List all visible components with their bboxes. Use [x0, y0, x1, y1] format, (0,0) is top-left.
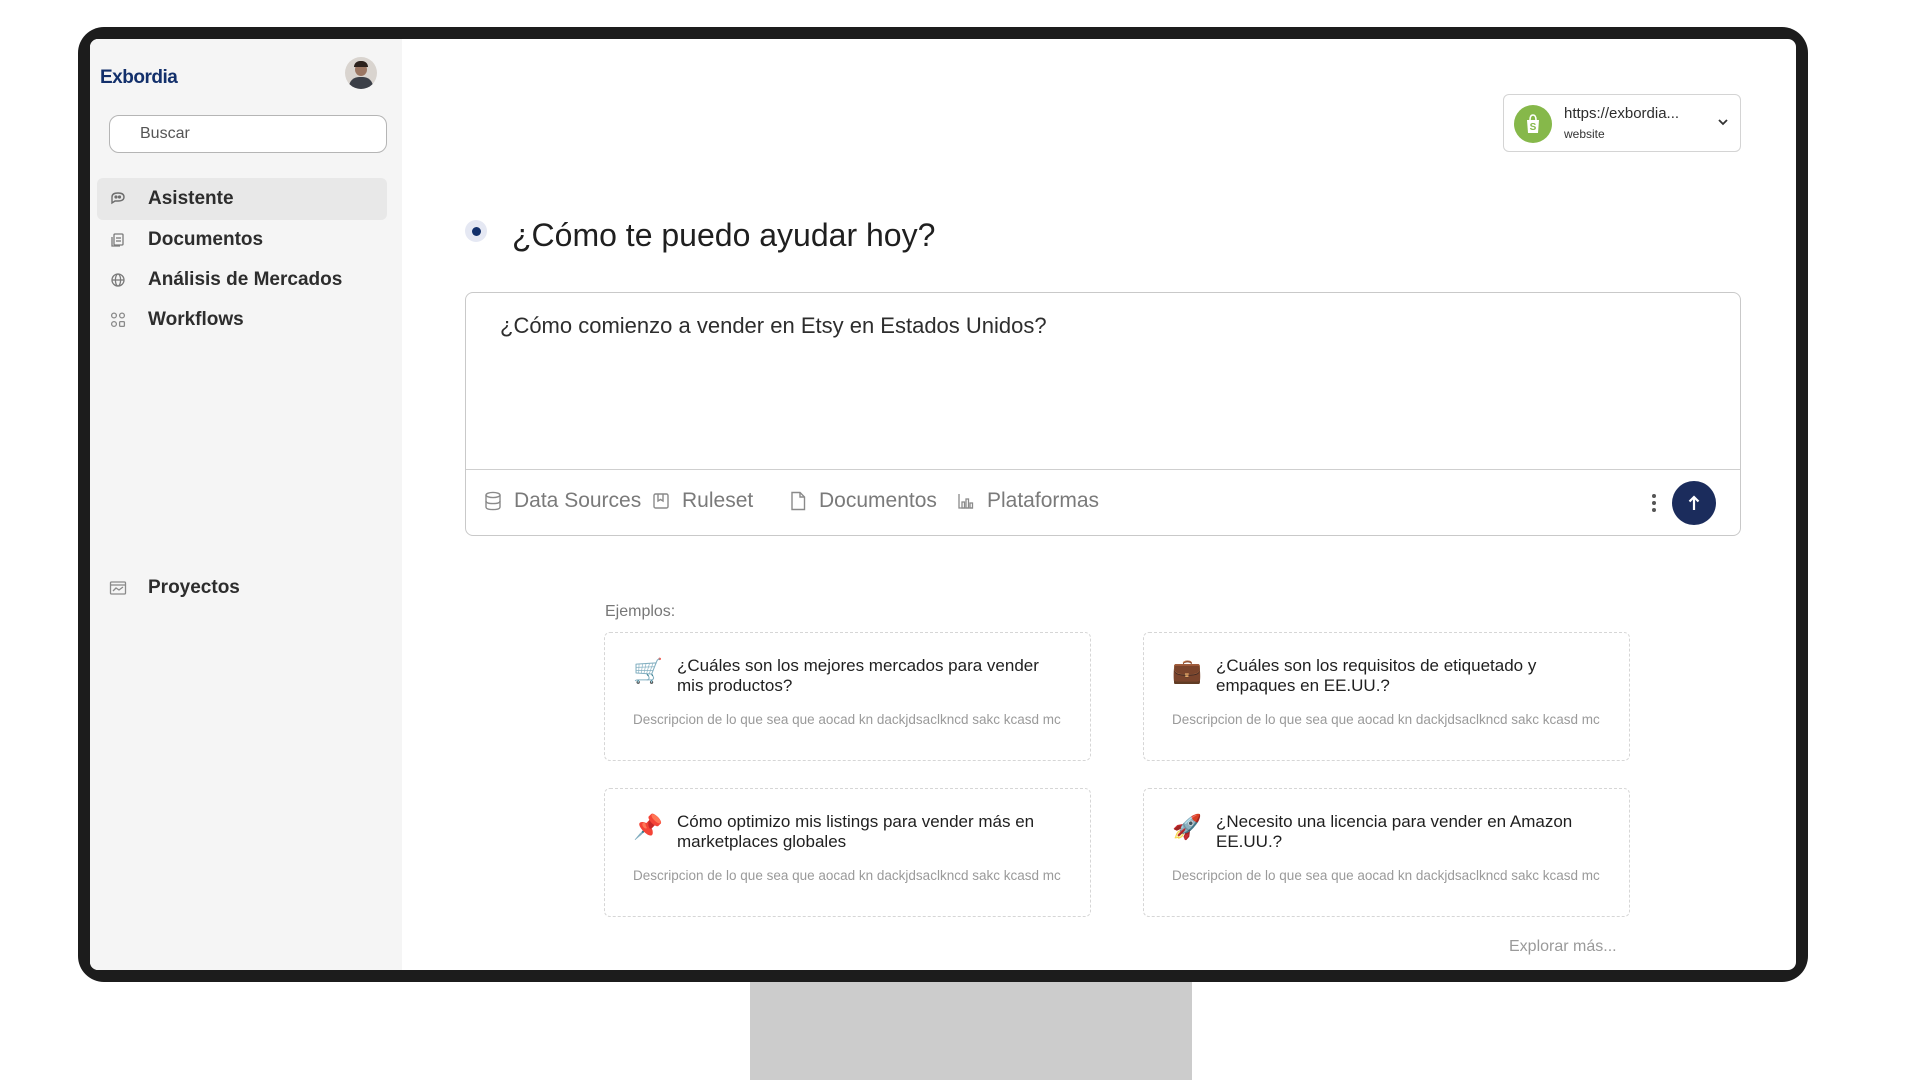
svg-text:S: S — [1530, 122, 1537, 133]
app-screen: Exbordia Asistente Documentos — [90, 39, 1796, 970]
chat-icon — [109, 190, 127, 208]
website-selector[interactable]: S https://exbordia... website — [1503, 94, 1741, 152]
chevron-down-icon — [1716, 115, 1730, 134]
example-title: ¿Necesito una licencia para vender en Am… — [1216, 812, 1573, 851]
sidebar-projects-label: Proyectos — [148, 577, 240, 598]
briefcase-icon: 💼 — [1172, 658, 1202, 685]
database-icon — [483, 491, 503, 511]
example-title: Cómo optimizo mis listings para vender m… — [677, 812, 1035, 851]
explore-more-link[interactable]: Explorar más... — [1509, 938, 1617, 956]
example-description: Descripcion de lo que sea que aocad kn d… — [1172, 712, 1600, 727]
prompt-input[interactable]: ¿Cómo comienzo a vender en Etsy en Estad… — [500, 313, 1047, 339]
send-button[interactable] — [1672, 481, 1716, 525]
tool-label: Ruleset — [682, 489, 754, 512]
tool-data-sources[interactable]: Data Sources — [483, 489, 641, 513]
example-card[interactable]: 📌 Cómo optimizo mis listings para vender… — [604, 788, 1091, 917]
website-type: website — [1564, 127, 1605, 141]
tool-plataformas[interactable]: Plataformas — [956, 489, 1099, 513]
monitor-stand — [750, 982, 1192, 1080]
documents-icon — [109, 231, 127, 249]
sidebar-item-workflows[interactable]: Workflows — [97, 299, 387, 341]
pushpin-icon: 📌 — [633, 814, 663, 841]
tool-label: Data Sources — [514, 489, 642, 512]
more-options-icon[interactable] — [1644, 491, 1664, 515]
example-description: Descripcion de lo que sea que aocad kn d… — [633, 868, 1061, 883]
sidebar-item-analisis-de-mercados[interactable]: Análisis de Mercados — [97, 259, 387, 301]
ruleset-icon — [651, 491, 671, 511]
sidebar-item-asistente[interactable]: Asistente — [97, 178, 387, 220]
sidebar-item-label: Documentos — [148, 229, 264, 250]
document-icon — [788, 491, 808, 511]
user-avatar[interactable] — [345, 57, 377, 89]
example-card[interactable]: 💼 ¿Cuáles son los requisitos de etiqueta… — [1143, 632, 1630, 761]
examples-label: Ejemplos: — [605, 603, 676, 620]
prompt-box: ¿Cómo comienzo a vender en Etsy en Estad… — [465, 292, 1741, 536]
projects-icon — [109, 579, 127, 597]
globe-icon — [109, 271, 127, 289]
cart-icon: 🛒 — [633, 658, 663, 685]
search-input[interactable] — [109, 115, 387, 153]
prompt-divider — [466, 469, 1740, 470]
sidebar-item-label: Asistente — [148, 188, 234, 209]
tool-label: Plataformas — [987, 489, 1100, 512]
tool-documentos[interactable]: Documentos — [788, 489, 937, 513]
monitor-frame: Exbordia Asistente Documentos — [78, 27, 1808, 982]
shopify-icon: S — [1514, 105, 1552, 143]
website-url: https://exbordia... — [1564, 105, 1680, 122]
sidebar-item-proyectos[interactable]: Proyectos — [97, 567, 387, 609]
sidebar: Exbordia Asistente Documentos — [90, 39, 402, 970]
example-card[interactable]: 🛒 ¿Cuáles son los mejores mercados para … — [604, 632, 1091, 761]
sidebar-item-documentos[interactable]: Documentos — [97, 219, 387, 261]
example-description: Descripcion de lo que sea que aocad kn d… — [1172, 868, 1600, 883]
example-title: ¿Cuáles son los mejores mercados para ve… — [677, 656, 1039, 695]
page-title: ¿Cómo te puedo ayudar hoy? — [512, 217, 936, 253]
sidebar-item-label: Análisis de Mercados — [148, 269, 343, 290]
example-card[interactable]: 🚀 ¿Necesito una licencia para vender en … — [1143, 788, 1630, 917]
sidebar-item-label: Workflows — [148, 309, 244, 330]
example-description: Descripcion de lo que sea que aocad kn d… — [633, 712, 1061, 727]
tool-ruleset[interactable]: Ruleset — [651, 489, 753, 513]
example-title: ¿Cuáles son los requisitos de etiquetado… — [1216, 656, 1537, 695]
workflow-icon — [109, 311, 127, 329]
assistant-status-dot — [465, 220, 487, 242]
platforms-icon — [956, 491, 976, 511]
tool-label: Documentos — [819, 489, 937, 512]
app-logo[interactable]: Exbordia — [100, 67, 178, 89]
rocket-icon: 🚀 — [1172, 814, 1202, 841]
